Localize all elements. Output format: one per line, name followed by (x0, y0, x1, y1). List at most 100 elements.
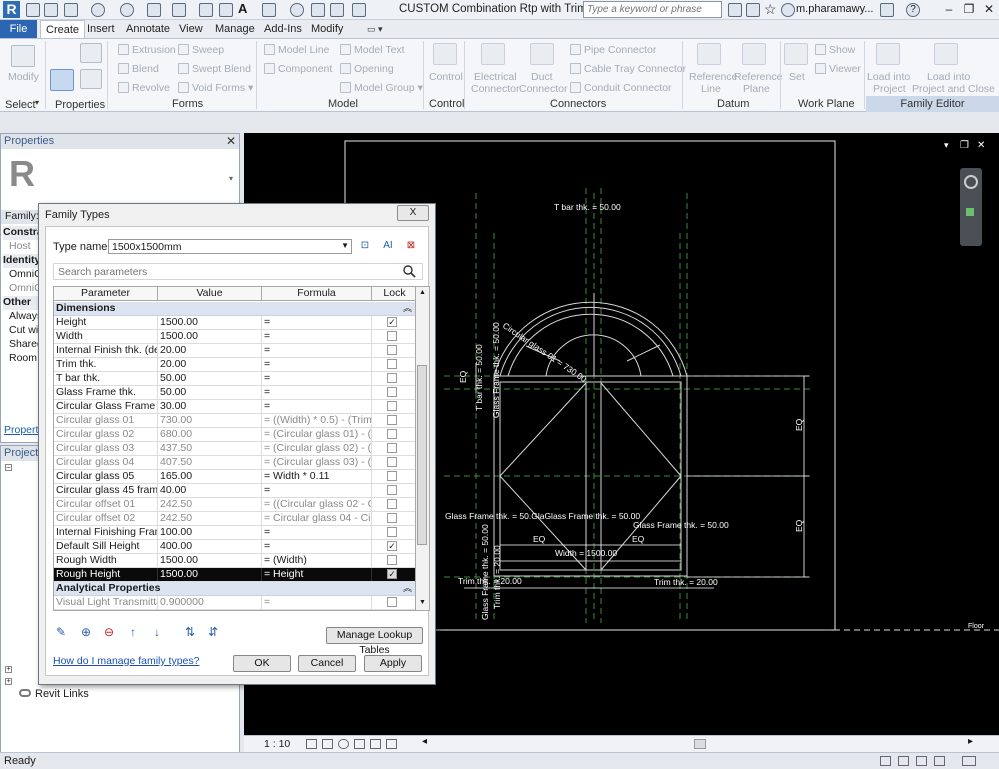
parameter-value-cell[interactable]: 20.00 (158, 344, 262, 357)
duct-connector-icon[interactable] (530, 43, 554, 65)
reference-plane-label[interactable]: Reference (734, 71, 782, 83)
tab-create[interactable]: Create (40, 20, 86, 38)
measure-icon[interactable] (172, 3, 186, 17)
thin-lines-icon[interactable] (311, 3, 325, 17)
parameter-name-cell[interactable]: Circular glass 04 (54, 456, 158, 469)
parameter-row[interactable]: Glass Frame thk. 50.00 = (54, 386, 415, 400)
parameter-value-cell[interactable]: 1500.00 (158, 330, 262, 343)
tab-annotate[interactable]: Annotate (121, 20, 175, 38)
navigation-bar[interactable] (960, 168, 982, 246)
dim-tbar-top[interactable]: T bar thk. = 50.00 (554, 202, 621, 212)
viewer-button[interactable]: Viewer (815, 63, 861, 75)
dim-eq-bottom-1[interactable]: EQ (533, 534, 546, 544)
parameter-formula-cell[interactable]: = (262, 330, 372, 343)
parameter-value-cell[interactable]: 400.00 (158, 540, 262, 553)
parameter-name-cell[interactable]: Rough Height (54, 568, 158, 581)
parameter-formula-cell[interactable]: = (262, 596, 372, 609)
parameter-formula-cell[interactable]: = (262, 540, 372, 553)
opening-button[interactable]: Opening (340, 63, 394, 75)
parameter-formula-cell[interactable]: = Circular glass 04 - Circul (262, 512, 372, 525)
ok-button[interactable]: OK (233, 655, 291, 672)
temporary-hide-icon[interactable] (386, 739, 397, 749)
parameter-row[interactable]: Internal Finishing Frame 100.00 = (54, 526, 415, 540)
parameter-formula-cell[interactable]: = ((Circular glass 02 - Circ (262, 498, 372, 511)
minimize-icon[interactable]: – (940, 2, 958, 17)
parameter-name-cell[interactable]: Visual Light Transmittan (54, 596, 158, 609)
sort-ascending-icon[interactable]: ⇅ (182, 625, 198, 639)
align-dimension-icon[interactable] (199, 3, 213, 17)
parameter-formula-cell[interactable]: = (262, 386, 372, 399)
lock-checkbox[interactable] (387, 527, 397, 537)
lock-checkbox[interactable] (387, 555, 397, 565)
selection-links-icon[interactable] (898, 756, 909, 766)
close-hidden-icon[interactable] (330, 3, 344, 17)
parameter-row[interactable]: Circular glass 04 407.50 = (Circular glass… (54, 456, 415, 470)
sort-descending-icon[interactable]: ⇵ (205, 625, 221, 639)
parameter-row[interactable]: Circular offset 01 242.50 = ((Circular gla… (54, 498, 415, 512)
parameter-name-cell[interactable]: Circular offset 02 (54, 512, 158, 525)
binoculars-icon[interactable] (728, 3, 742, 17)
revit-links-node[interactable]: Revit Links (35, 688, 89, 700)
parameter-name-cell[interactable]: Width (54, 330, 158, 343)
lock-checkbox[interactable] (387, 359, 397, 369)
view-menu-icon[interactable]: ▾ (944, 140, 949, 150)
parameter-row[interactable]: Visual Light Transmittan 0.900000 = (54, 596, 415, 610)
select-dropdown-icon[interactable]: ▾ (35, 98, 39, 107)
electrical-connector-label-2[interactable]: Connector (471, 83, 519, 95)
parameter-name-cell[interactable]: Internal Finishing Frame (54, 526, 158, 539)
parameter-name-cell[interactable]: T bar thk. (54, 372, 158, 385)
column-header-formula[interactable]: Formula (262, 287, 372, 301)
tab-insert[interactable]: Insert (82, 20, 120, 38)
extrusion-button[interactable]: Extrusion (118, 44, 176, 56)
search-icon[interactable] (403, 265, 416, 278)
lock-checkbox[interactable]: ✓ (387, 317, 397, 327)
parameter-row[interactable]: Trim thk. 20.00 = (54, 358, 415, 372)
view-close-icon[interactable]: ✕ (977, 140, 985, 151)
switch-windows-icon[interactable] (352, 3, 366, 17)
select-panel-title[interactable]: Select (5, 99, 36, 111)
delete-type-icon[interactable]: ⊠ (404, 239, 418, 253)
sun-path-icon[interactable] (338, 739, 349, 749)
tab-view[interactable]: View (174, 20, 208, 38)
crop-view-icon[interactable] (370, 739, 381, 749)
conduit-connector-button[interactable]: Conduit Connector (570, 82, 672, 94)
parameter-value-cell[interactable]: 30.00 (158, 400, 262, 413)
parameter-row[interactable]: Height 1500.00 = ✓ (54, 316, 415, 330)
parameter-name-cell[interactable]: Glass Frame thk. (54, 386, 158, 399)
scroll-thumb[interactable] (417, 365, 427, 545)
parameter-name-cell[interactable]: Circular glass 45 frame (54, 484, 158, 497)
lock-checkbox[interactable] (387, 513, 397, 523)
lock-checkbox[interactable] (387, 471, 397, 481)
type-selector-dropdown-icon[interactable]: ▾ (229, 174, 233, 183)
parameter-name-cell[interactable]: Circular glass 05 (54, 470, 158, 483)
properties-icon[interactable] (80, 43, 102, 63)
parameter-name-cell[interactable]: Circular glass 02 (54, 428, 158, 441)
parameter-value-cell[interactable]: 730.00 (158, 414, 262, 427)
rename-type-icon[interactable]: AI (381, 239, 395, 253)
parameter-name-cell[interactable]: Default Sill Height (54, 540, 158, 553)
filter-icon[interactable] (962, 756, 976, 766)
parameter-name-cell[interactable]: Circular glass 03 (54, 442, 158, 455)
edit-parameter-icon[interactable]: ✎ (53, 625, 69, 639)
horizontal-scroll-thumb[interactable] (694, 739, 706, 749)
parameter-name-cell[interactable]: Height (54, 316, 158, 329)
view-scale[interactable]: 1 : 10 (264, 738, 290, 750)
dim-glass-frame-bottom[interactable]: Glass Frame thk. = 50.00 (480, 524, 490, 620)
close-icon[interactable]: ✕ (226, 134, 236, 148)
visual-style-icon[interactable] (322, 739, 333, 749)
column-header-value[interactable]: Value (158, 287, 262, 301)
tab-modify[interactable]: Modify (306, 20, 348, 38)
favorites-star-icon[interactable]: ☆ (764, 2, 778, 17)
lock-checkbox[interactable] (387, 597, 397, 607)
scroll-left-icon[interactable]: ◂ (422, 736, 427, 747)
parameter-formula-cell[interactable]: = (Width) (262, 554, 372, 567)
move-parameter-up-icon[interactable]: ↑ (125, 625, 141, 639)
lock-checkbox[interactable]: ✓ (387, 569, 397, 579)
model-line-button[interactable]: Model Line (264, 44, 329, 56)
tree-expand-icon[interactable]: + (5, 666, 12, 673)
parameter-row[interactable]: Circular glass 01 730.00 = ((Width) * 0.5)… (54, 414, 415, 428)
tab-add-ins[interactable]: Add-Ins (259, 20, 307, 38)
control-icon[interactable] (433, 43, 457, 65)
model-group-button[interactable]: Model Group ▾ (340, 82, 423, 94)
parameter-formula-cell[interactable]: = (262, 372, 372, 385)
